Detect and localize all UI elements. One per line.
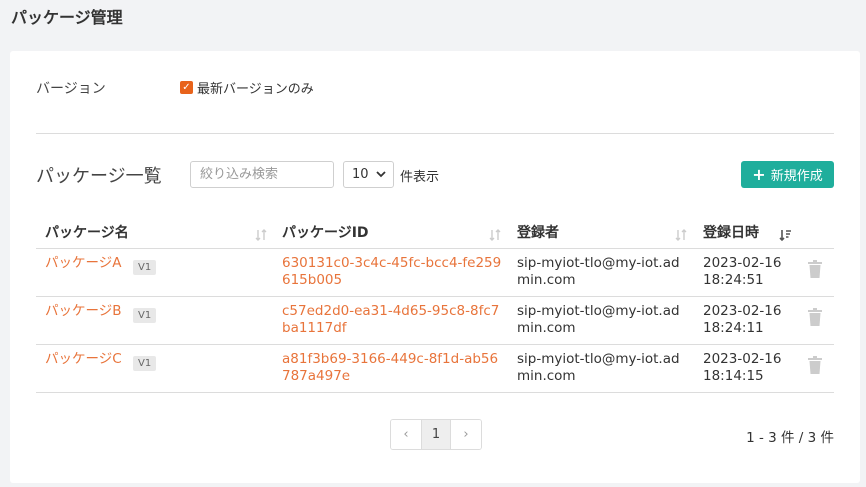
page-title: パッケージ管理 (11, 8, 123, 27)
table-header: パッケージ名 パッケージID 登録者 登録日時 (36, 216, 834, 249)
registrant: sip-myiot-tlo@my-iot.ad min.com (517, 255, 680, 289)
header-registrant[interactable]: 登録者 (517, 222, 559, 242)
page-button-1[interactable]: 1 (421, 420, 451, 449)
page-size-value: 10 (352, 167, 369, 182)
registrant-line: min.com (517, 320, 576, 336)
checkbox-checked-icon[interactable]: ✓ (180, 81, 193, 94)
table-row: パッケージB V1 c57ed2d0-ea31-4d65-95c8-8fc7 ba… (36, 297, 834, 345)
package-id-line: 630131c0-3c4c-45fc-bcc4-fe259 (282, 255, 502, 271)
registered-date: 2023-02-16 18:24:11 (703, 303, 781, 337)
date-line: 2023-02-16 (703, 303, 782, 319)
new-package-button-label: 新規作成 (770, 169, 823, 184)
version-badge: V1 (133, 356, 157, 371)
list-title: パッケージ一覧 (36, 166, 162, 187)
registrant-line: min.com (517, 272, 576, 288)
new-package-button[interactable]: + 新規作成 (741, 161, 834, 188)
table-row: パッケージA V1 630131c0-3c4c-45fc-bcc4-fe259 6… (36, 249, 834, 297)
trash-icon[interactable] (807, 260, 823, 278)
registrant-line: sip-myiot-tlo@my-iot.ad (517, 255, 680, 271)
header-package-id[interactable]: パッケージID (282, 222, 369, 242)
time-line: 18:14:15 (703, 368, 764, 384)
package-id-line: ba1117df (282, 320, 347, 336)
trash-icon[interactable] (807, 308, 823, 326)
package-id-link[interactable]: 630131c0-3c4c-45fc-bcc4-fe259 615b005 (282, 255, 501, 289)
registrant-line: sip-myiot-tlo@my-iot.ad (517, 351, 680, 367)
sort-icon[interactable] (254, 228, 268, 242)
divider (36, 133, 834, 134)
date-line: 2023-02-16 (703, 351, 782, 367)
registered-date: 2023-02-16 18:24:51 (703, 255, 781, 289)
package-id-line: 615b005 (282, 272, 343, 288)
next-page-button[interactable]: › (451, 420, 481, 449)
package-id-line: a81f3b69-3166-449c-8f1d-ab56 (282, 351, 499, 367)
search-input[interactable] (190, 161, 334, 188)
sort-icon[interactable] (674, 228, 688, 242)
package-id-link[interactable]: c57ed2d0-ea31-4d65-95c8-8fc7 ba1117df (282, 303, 499, 337)
time-line: 18:24:11 (703, 320, 764, 336)
registrant: sip-myiot-tlo@my-iot.ad min.com (517, 351, 680, 385)
trash-icon[interactable] (807, 356, 823, 374)
registrant-line: sip-myiot-tlo@my-iot.ad (517, 303, 680, 319)
version-badge: V1 (133, 260, 157, 275)
registrant: sip-myiot-tlo@my-iot.ad min.com (517, 303, 680, 337)
latest-only-label: 最新バージョンのみ (197, 82, 314, 97)
package-id-line: 787a497e (282, 368, 351, 384)
content-card: バージョン ✓ 最新バージョンのみ パッケージ一覧 10 件表示 + 新規作成 … (10, 51, 860, 483)
latest-only-checkbox[interactable]: ✓ 最新バージョンのみ (180, 78, 314, 97)
package-name-link[interactable]: パッケージC (45, 351, 122, 368)
package-name-link[interactable]: パッケージA (45, 255, 121, 272)
prev-page-button[interactable]: ‹ (391, 420, 421, 449)
version-badge: V1 (133, 308, 157, 323)
package-name-link[interactable]: パッケージB (45, 303, 122, 320)
package-id-line: c57ed2d0-ea31-4d65-95c8-8fc7 (282, 303, 500, 319)
result-count: 1 - 3 件 / 3 件 (746, 430, 834, 446)
version-filter: バージョン ✓ 最新バージョンのみ (36, 78, 836, 98)
sort-icon[interactable] (488, 228, 502, 242)
pagination: ‹ 1 › (390, 419, 482, 450)
header-package-name[interactable]: パッケージ名 (45, 222, 129, 242)
sort-desc-icon[interactable] (778, 228, 792, 242)
plus-icon: + (752, 164, 766, 184)
header-registered-date[interactable]: 登録日時 (703, 222, 759, 242)
package-table: パッケージ名 パッケージID 登録者 登録日時 パッケージA V1 630131… (36, 216, 834, 393)
registrant-line: min.com (517, 368, 576, 384)
table-row: パッケージC V1 a81f3b69-3166-449c-8f1d-ab56 78… (36, 345, 834, 393)
version-filter-label: バージョン (36, 81, 106, 97)
chevron-down-icon (376, 171, 386, 178)
date-line: 2023-02-16 (703, 255, 782, 271)
page-size-select[interactable]: 10 (343, 161, 394, 188)
package-id-link[interactable]: a81f3b69-3166-449c-8f1d-ab56 787a497e (282, 351, 498, 385)
registered-date: 2023-02-16 18:14:15 (703, 351, 781, 385)
time-line: 18:24:51 (703, 272, 764, 288)
page-size-suffix: 件表示 (400, 170, 440, 185)
